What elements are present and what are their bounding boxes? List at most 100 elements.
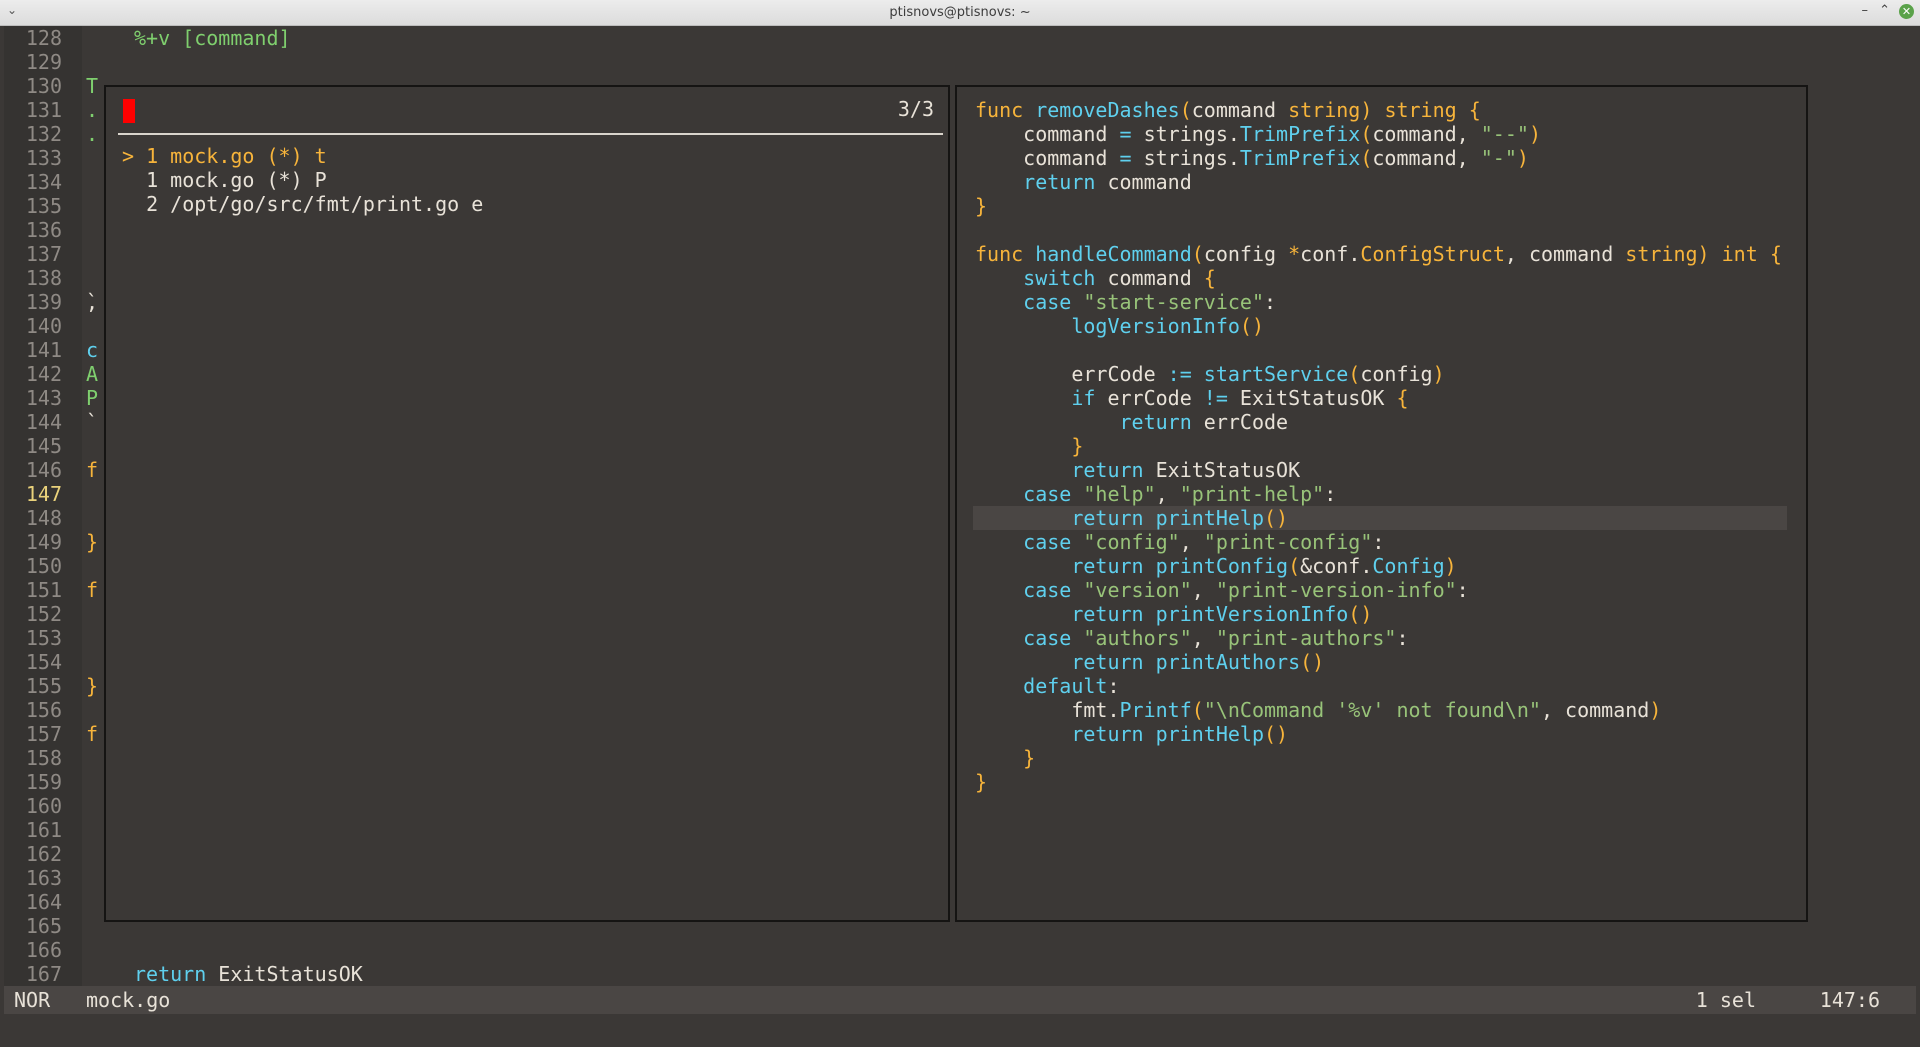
code-token: errCode [1203, 410, 1289, 434]
line-number: 160 [25, 794, 62, 818]
code-token: ( [1348, 362, 1361, 386]
code-line: return errCode [975, 410, 1288, 434]
window-title: ptisnovs@ptisnovs: ~ [889, 5, 1031, 20]
code-token: } [975, 194, 988, 218]
code-token: Config [1372, 554, 1445, 578]
code-token: "version" [1083, 578, 1192, 602]
line-number: 156 [25, 698, 62, 722]
code-line: command = strings.TrimPrefix(command, "-… [975, 146, 1529, 170]
line-number: 152 [25, 602, 62, 626]
code-token: , [1191, 578, 1216, 602]
preview-pane: func removeDashes(command string) string… [955, 85, 1808, 922]
code-token: "config" [1083, 530, 1180, 554]
line-number: 129 [25, 50, 62, 74]
code-token: = [1119, 146, 1144, 170]
code-line: } [975, 434, 1083, 458]
code-token: "\nCommand '%v' not found\n" [1203, 698, 1541, 722]
code-token: printHelp [1155, 722, 1264, 746]
picker-selection-marker [122, 192, 134, 216]
picker-item-label: 1 mock.go (*) P [134, 168, 327, 192]
mode-indicator: NOR [14, 988, 51, 1012]
code-token: , [1179, 530, 1204, 554]
line-number: 165 [25, 914, 62, 938]
code-token: func [975, 98, 1036, 122]
close-icon[interactable]: ✕ [1899, 4, 1914, 19]
code-token: command [1191, 98, 1289, 122]
maximize-icon[interactable]: ⌃ [1879, 3, 1890, 18]
buffer-fragment: } [86, 674, 99, 698]
picker-selection-marker [122, 168, 134, 192]
code-token: "start-service" [1083, 290, 1264, 314]
code-token: "-" [1480, 146, 1517, 170]
picker-item[interactable]: 1 mock.go (*) P [122, 168, 327, 192]
code-token: } [975, 770, 988, 794]
code-token: strings. [1143, 122, 1240, 146]
code-token: () [1264, 506, 1289, 530]
code-token: ( [1191, 698, 1204, 722]
code-token: = [1119, 122, 1144, 146]
code-line: return printHelp() [975, 506, 1288, 530]
picker-count: 3/3 [897, 97, 934, 121]
picker-input-cursor[interactable] [123, 99, 135, 123]
buffer-fragment: f [86, 578, 99, 602]
code-token: int [1721, 242, 1770, 266]
code-token: : [1324, 482, 1337, 506]
code-line: return printVersionInfo() [975, 602, 1372, 626]
code-line: default: [975, 674, 1119, 698]
code-token: case [975, 626, 1084, 650]
code-token: ( [1360, 122, 1373, 146]
line-number: 138 [25, 266, 62, 290]
code-line: return command [975, 170, 1192, 194]
code-token: command, [1372, 122, 1481, 146]
editor-top-line: %+v [command] [134, 26, 291, 50]
code-token: , [1191, 626, 1216, 650]
code-token: { [1396, 386, 1409, 410]
line-number: 140 [25, 314, 62, 338]
code-token: ExitStatusOK [1239, 386, 1397, 410]
code-token: errCode [1107, 386, 1204, 410]
symbol-picker[interactable]: 3/3 > 1 mock.go (*) t 1 mock.go (*) P 2 … [104, 85, 950, 922]
picker-separator [118, 133, 943, 135]
line-number: 161 [25, 818, 62, 842]
buffer-fragment: f [86, 458, 99, 482]
code-line: } [975, 746, 1035, 770]
code-line: case "version", "print-version-info": [975, 578, 1469, 602]
code-token: return [975, 506, 1156, 530]
picker-item[interactable]: 2 /opt/go/src/fmt/print.go e [122, 192, 483, 216]
code-line: } [975, 770, 987, 794]
code-token: string [1384, 98, 1469, 122]
picker-item-label: 1 mock.go (*) t [134, 144, 327, 168]
code-token: "print-version-info" [1215, 578, 1457, 602]
code-line: case "config", "print-config": [975, 530, 1384, 554]
line-number: 164 [25, 890, 62, 914]
code-token: ExitStatusOK [1155, 458, 1301, 482]
terminal-editor[interactable]: 128 129 130 131 132 133 134 135 136 137 138 139 140 1… [4, 26, 1916, 1033]
minimize-icon[interactable]: – [1862, 3, 1869, 18]
code-token: printHelp [1155, 506, 1264, 530]
code-line: logVersionInfo() [975, 314, 1264, 338]
code-token: return [1023, 170, 1108, 194]
code-line: case "authors", "print-authors": [975, 626, 1409, 650]
line-number: 133 [25, 146, 62, 170]
buffer-fragment: ` [86, 410, 99, 434]
line-number: 157 [25, 722, 62, 746]
code-token: : [1396, 626, 1409, 650]
code-line: switch command { [975, 266, 1216, 290]
code-line: return printHelp() [975, 722, 1288, 746]
picker-item[interactable]: > 1 mock.go (*) t [122, 144, 327, 168]
line-number: 148 [25, 506, 62, 530]
code-token: return [975, 458, 1156, 482]
code-token: switch [975, 266, 1108, 290]
code-token: , command [1540, 698, 1650, 722]
line-number: 150 [25, 554, 62, 578]
code-token: case [975, 578, 1084, 602]
line-number: 144 [25, 410, 62, 434]
status-bar: NOR mock.go 1 sel 147:6 [4, 986, 1916, 1014]
buffer-fragment: c [86, 338, 99, 362]
line-number: 162 [25, 842, 62, 866]
code-token: ) [1360, 98, 1385, 122]
code-token: printVersionInfo [1155, 602, 1349, 626]
line-number-gutter: 128 129 130 131 132 133 134 135 136 137 138 139 140 1… [4, 26, 82, 986]
line-number: 143 [25, 386, 62, 410]
picker-item-label: 2 /opt/go/src/fmt/print.go e [134, 192, 484, 216]
